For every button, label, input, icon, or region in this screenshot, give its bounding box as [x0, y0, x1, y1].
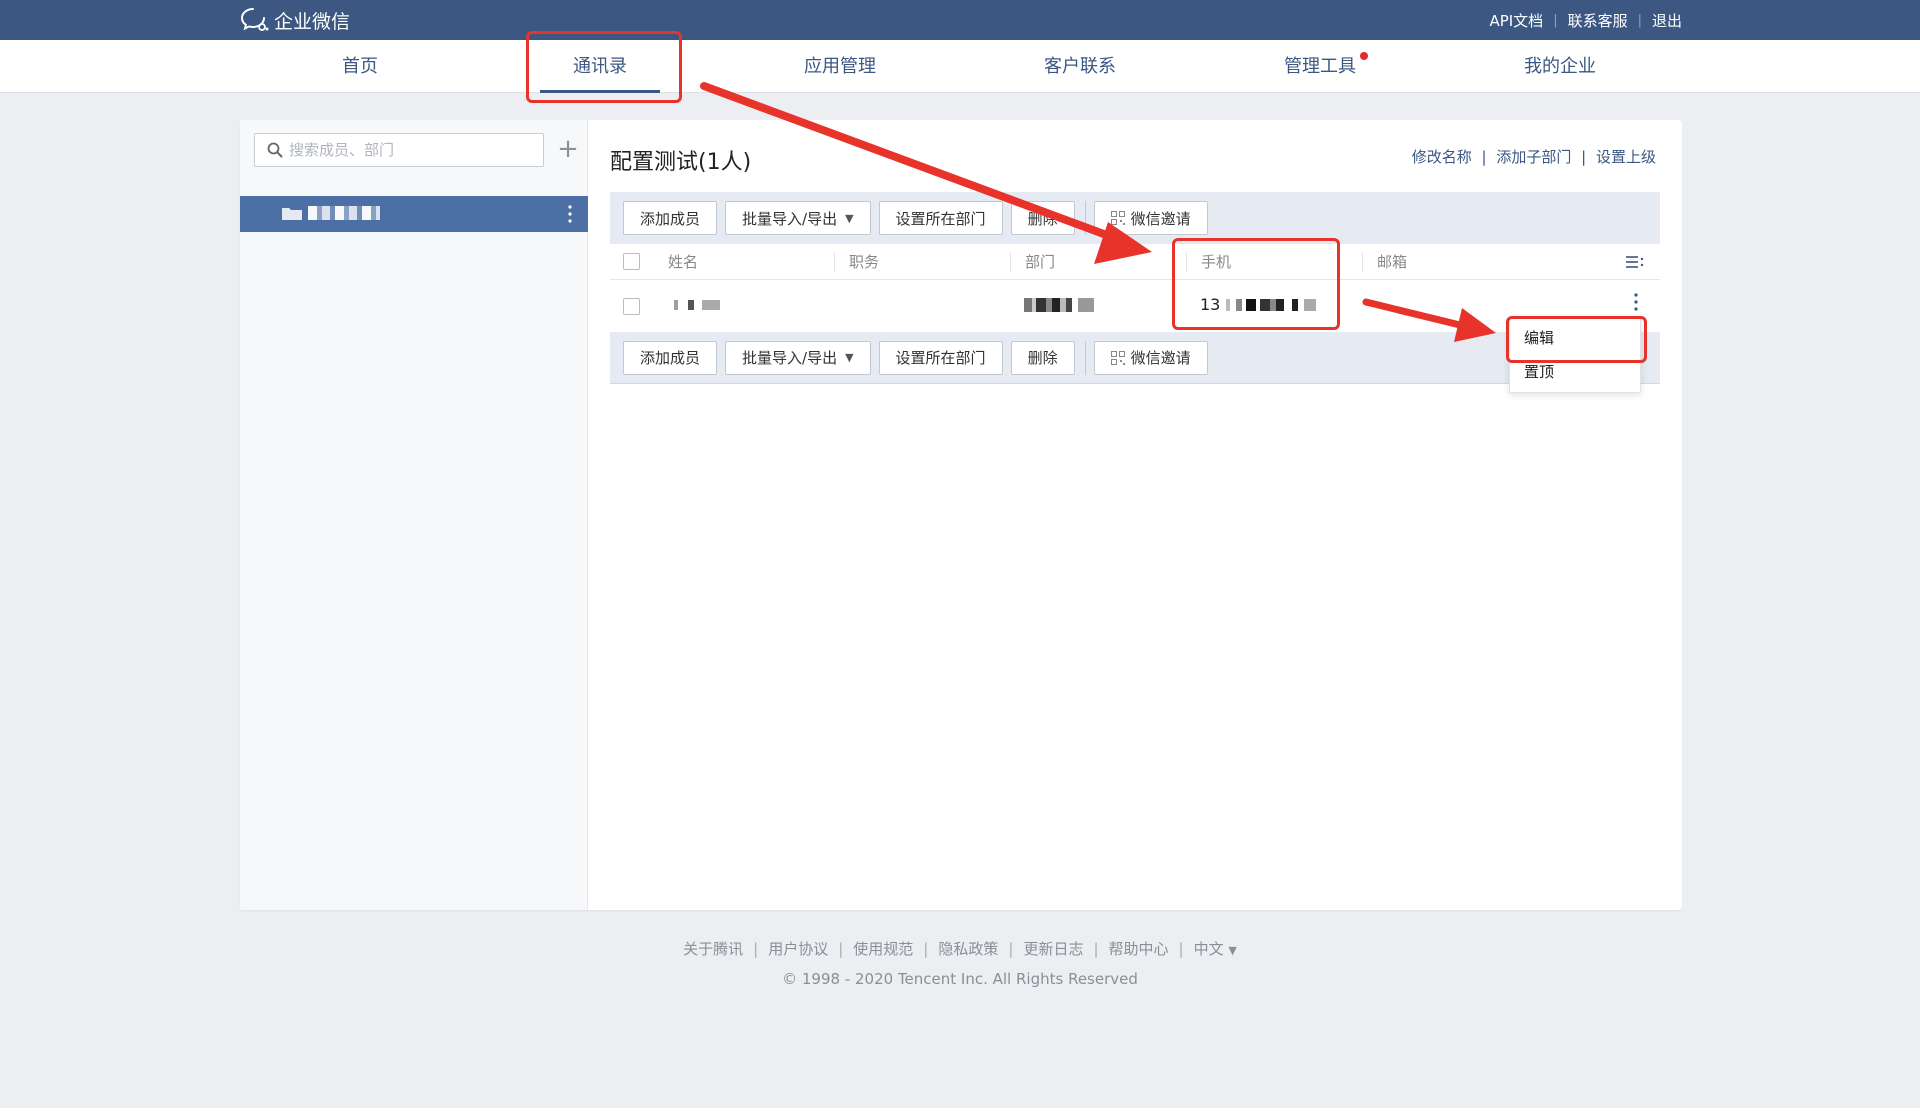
language-label: 中文: [1193, 940, 1224, 958]
wechat-invite-button[interactable]: 微信邀请: [1093, 340, 1208, 375]
department-sidebar: +: [240, 120, 588, 910]
column-settings-icon[interactable]: [1626, 255, 1644, 269]
add-icon[interactable]: +: [554, 134, 582, 164]
divider: [1084, 340, 1086, 375]
divider: |: [1178, 940, 1184, 958]
language-selector[interactable]: 中文 ▼: [1194, 940, 1237, 958]
column-header-email[interactable]: 邮箱: [1362, 252, 1407, 272]
footer-link-changelog[interactable]: 更新日志: [1023, 940, 1083, 958]
toolbar-bottom: 添加成员 批量导入/导出 ▼ 设置所在部门 删除 微信邀请: [610, 332, 1660, 384]
wechat-invite-label: 微信邀请: [1130, 349, 1191, 367]
wechat-invite-button[interactable]: 微信邀请: [1093, 201, 1208, 235]
main-card: + 配置测试(1人) 修改名称 | 添加子部门 | 设置上级 添加成员: [240, 120, 1682, 910]
department-name-redacted: [308, 206, 380, 220]
annotation-box-phone-column: [1172, 238, 1340, 330]
contact-support-link[interactable]: 联系客服: [1568, 10, 1628, 31]
annotation-box-edit-item: [1506, 316, 1647, 363]
divider: [1084, 201, 1086, 235]
qr-code-icon: [1110, 350, 1125, 365]
footer-link-help[interactable]: 帮助中心: [1109, 940, 1169, 958]
add-member-button[interactable]: 添加成员: [623, 340, 718, 375]
footer-links: 关于腾讯 | 用户协议 | 使用规范 | 隐私政策 | 更新日志 | 帮助中心 | 中文 ▼: [0, 938, 1920, 959]
set-department-button[interactable]: 设置所在部门: [878, 340, 1003, 375]
sidebar-item-department[interactable]: [240, 196, 588, 232]
footer-link-privacy[interactable]: 隐私政策: [938, 940, 998, 958]
annotation-box-contacts-tab: [526, 31, 682, 103]
more-vertical-icon[interactable]: [568, 204, 572, 224]
search-input[interactable]: [289, 141, 529, 159]
table-row[interactable]: 13: [610, 280, 1660, 332]
divider: |: [1553, 12, 1558, 28]
wecom-logo-icon: [240, 8, 269, 31]
caret-down-icon: ▼: [845, 351, 854, 364]
column-header-department[interactable]: 部门: [1010, 252, 1055, 272]
batch-import-export-label: 批量导入/导出: [742, 349, 838, 367]
divider: |: [923, 940, 929, 958]
logout-link[interactable]: 退出: [1652, 10, 1682, 31]
divider: |: [1581, 148, 1587, 166]
add-member-button[interactable]: 添加成员: [623, 201, 718, 235]
table-header: 姓名 职务 部门 手机 邮箱: [610, 244, 1660, 280]
top-bar: 企业微信 API文档 | 联系客服 | 退出: [0, 0, 1920, 40]
delete-button[interactable]: 删除: [1010, 201, 1075, 235]
divider: |: [1637, 12, 1642, 28]
caret-down-icon: ▼: [845, 211, 854, 225]
toolbar-top: 添加成员 批量导入/导出 ▼ 设置所在部门 删除 微信邀请: [610, 192, 1660, 244]
batch-import-export-button[interactable]: 批量导入/导出 ▼: [725, 201, 871, 235]
main-nav: 首页 通讯录 应用管理 客户联系 管理工具 我的企业: [0, 40, 1920, 93]
tab-customer-contact[interactable]: 客户联系: [980, 40, 1180, 93]
page-title: 配置测试(1人): [610, 150, 752, 175]
set-parent-link[interactable]: 设置上级: [1596, 148, 1656, 166]
page-bottom-band: [0, 1108, 1920, 1113]
rename-link[interactable]: 修改名称: [1412, 148, 1472, 166]
member-content: 配置测试(1人) 修改名称 | 添加子部门 | 设置上级 添加成员 批量导入/导…: [589, 120, 1682, 910]
api-docs-link[interactable]: API文档: [1489, 10, 1543, 31]
tab-management-tools[interactable]: 管理工具: [1220, 40, 1420, 93]
set-department-button[interactable]: 设置所在部门: [878, 201, 1003, 235]
tab-home[interactable]: 首页: [260, 40, 460, 93]
caret-down-icon: ▼: [1228, 944, 1237, 957]
footer-link-usage-rules[interactable]: 使用规范: [853, 940, 913, 958]
footer-link-user-agreement[interactable]: 用户协议: [768, 940, 828, 958]
divider: |: [1093, 940, 1099, 958]
member-name-redacted: [668, 300, 722, 310]
divider: |: [838, 940, 844, 958]
search-box[interactable]: [254, 133, 544, 167]
top-links: API文档 | 联系客服 | 退出: [1489, 0, 1682, 40]
divider: |: [753, 940, 759, 958]
qr-code-icon: [1110, 211, 1125, 225]
copyright-text: © 1998 - 2020 Tencent Inc. All Rights Re…: [782, 970, 1138, 988]
more-vertical-icon[interactable]: [1634, 292, 1638, 312]
select-all-checkbox[interactable]: [623, 253, 640, 270]
wechat-invite-label: 微信邀请: [1130, 209, 1191, 228]
row-checkbox[interactable]: [623, 298, 640, 315]
add-subdepartment-link[interactable]: 添加子部门: [1496, 148, 1571, 166]
search-icon: [267, 142, 283, 158]
department-actions: 修改名称 | 添加子部门 | 设置上级: [1412, 146, 1656, 167]
folder-icon: [282, 208, 302, 220]
batch-import-export-label: 批量导入/导出: [742, 209, 838, 228]
delete-button[interactable]: 删除: [1010, 340, 1075, 375]
divider: |: [1481, 148, 1487, 166]
brand-name: 企业微信: [274, 10, 351, 33]
batch-import-export-button[interactable]: 批量导入/导出 ▼: [725, 340, 871, 375]
member-department-redacted: [1024, 298, 1094, 312]
column-header-title[interactable]: 职务: [834, 252, 879, 272]
divider: |: [1008, 940, 1014, 958]
notification-dot: [1360, 52, 1368, 60]
footer-link-about[interactable]: 关于腾讯: [683, 940, 743, 958]
tab-app-management[interactable]: 应用管理: [740, 40, 940, 93]
column-header-name[interactable]: 姓名: [668, 244, 698, 280]
brand-logo[interactable]: 企业微信: [240, 6, 350, 34]
tab-my-enterprise[interactable]: 我的企业: [1460, 40, 1660, 93]
